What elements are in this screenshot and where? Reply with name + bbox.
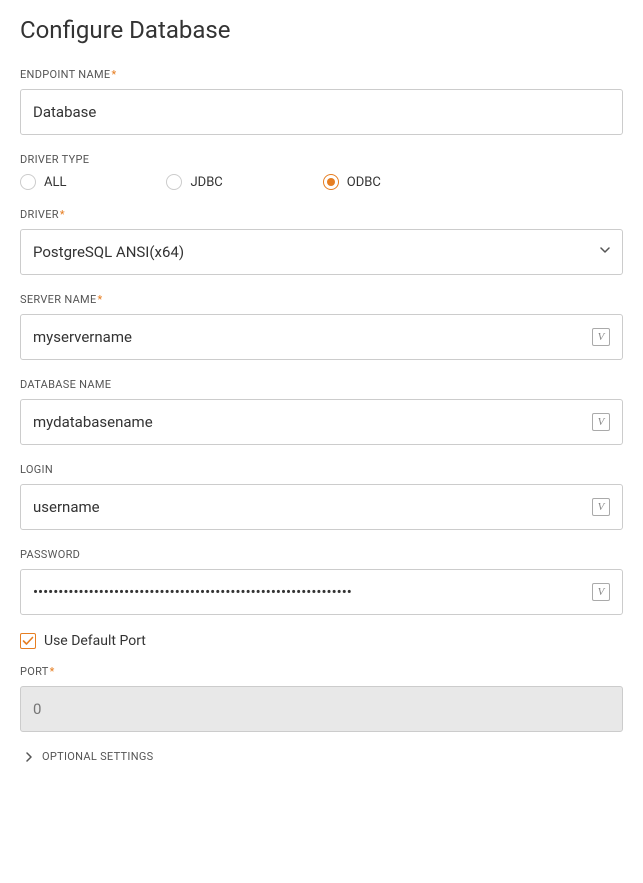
server-name-input-wrap: V xyxy=(20,314,623,360)
database-name-input-wrap: V xyxy=(20,399,623,445)
variable-icon[interactable]: V xyxy=(592,413,610,431)
optional-settings-expander[interactable]: OPTIONAL SETTINGS xyxy=(20,750,623,763)
radio-circle-icon xyxy=(20,174,36,190)
radio-all[interactable]: ALL xyxy=(20,174,66,190)
port-input xyxy=(33,687,610,731)
variable-icon[interactable]: V xyxy=(592,583,610,601)
required-asterisk: * xyxy=(111,68,116,81)
radio-jdbc[interactable]: JDBC xyxy=(166,174,222,190)
driver-type-label: DRIVER TYPE xyxy=(20,153,623,166)
check-icon xyxy=(22,636,34,646)
login-input-wrap: V xyxy=(20,484,623,530)
field-port: PORT* xyxy=(20,665,623,732)
use-default-port-row: Use Default Port xyxy=(20,633,623,649)
port-input-wrap xyxy=(20,686,623,732)
required-asterisk: * xyxy=(60,208,65,221)
endpoint-name-input-wrap xyxy=(20,89,623,135)
driver-select[interactable]: PostgreSQL ANSI(x64) xyxy=(20,229,623,275)
driver-type-radio-group: ALL JDBC ODBC xyxy=(20,174,623,190)
password-input[interactable] xyxy=(33,570,586,614)
database-name-label: DATABASE NAME xyxy=(20,378,623,391)
driver-label: DRIVER* xyxy=(20,208,623,221)
field-driver: DRIVER* PostgreSQL ANSI(x64) xyxy=(20,208,623,275)
field-login: LOGIN V xyxy=(20,463,623,530)
field-server-name: SERVER NAME* V xyxy=(20,293,623,360)
radio-jdbc-label: JDBC xyxy=(190,175,222,190)
field-driver-type: DRIVER TYPE ALL JDBC ODBC xyxy=(20,153,623,190)
endpoint-name-input[interactable] xyxy=(33,90,610,134)
variable-icon[interactable]: V xyxy=(592,328,610,346)
use-default-port-label: Use Default Port xyxy=(44,633,146,649)
optional-settings-label: OPTIONAL SETTINGS xyxy=(42,750,153,763)
page-title: Configure Database xyxy=(20,16,623,44)
server-name-input[interactable] xyxy=(33,315,586,359)
field-password: PASSWORD V xyxy=(20,548,623,615)
endpoint-name-label: ENDPOINT NAME* xyxy=(20,68,623,81)
server-name-label: SERVER NAME* xyxy=(20,293,623,306)
field-endpoint-name: ENDPOINT NAME* xyxy=(20,68,623,135)
chevron-right-icon xyxy=(26,752,32,762)
radio-odbc-label: ODBC xyxy=(347,175,381,190)
driver-select-value: PostgreSQL ANSI(x64) xyxy=(33,243,184,261)
port-label: PORT* xyxy=(20,665,623,678)
required-asterisk: * xyxy=(98,293,103,306)
field-database-name: DATABASE NAME V xyxy=(20,378,623,445)
database-name-input[interactable] xyxy=(33,400,586,444)
radio-circle-icon xyxy=(166,174,182,190)
radio-circle-icon xyxy=(323,174,339,190)
password-input-wrap: V xyxy=(20,569,623,615)
required-asterisk: * xyxy=(50,665,55,678)
radio-odbc[interactable]: ODBC xyxy=(323,174,381,190)
chevron-down-icon xyxy=(600,247,610,257)
use-default-port-checkbox[interactable] xyxy=(20,633,36,649)
radio-all-label: ALL xyxy=(44,175,66,190)
login-input[interactable] xyxy=(33,485,586,529)
password-label: PASSWORD xyxy=(20,548,623,561)
login-label: LOGIN xyxy=(20,463,623,476)
variable-icon[interactable]: V xyxy=(592,498,610,516)
radio-dot-icon xyxy=(327,178,335,186)
